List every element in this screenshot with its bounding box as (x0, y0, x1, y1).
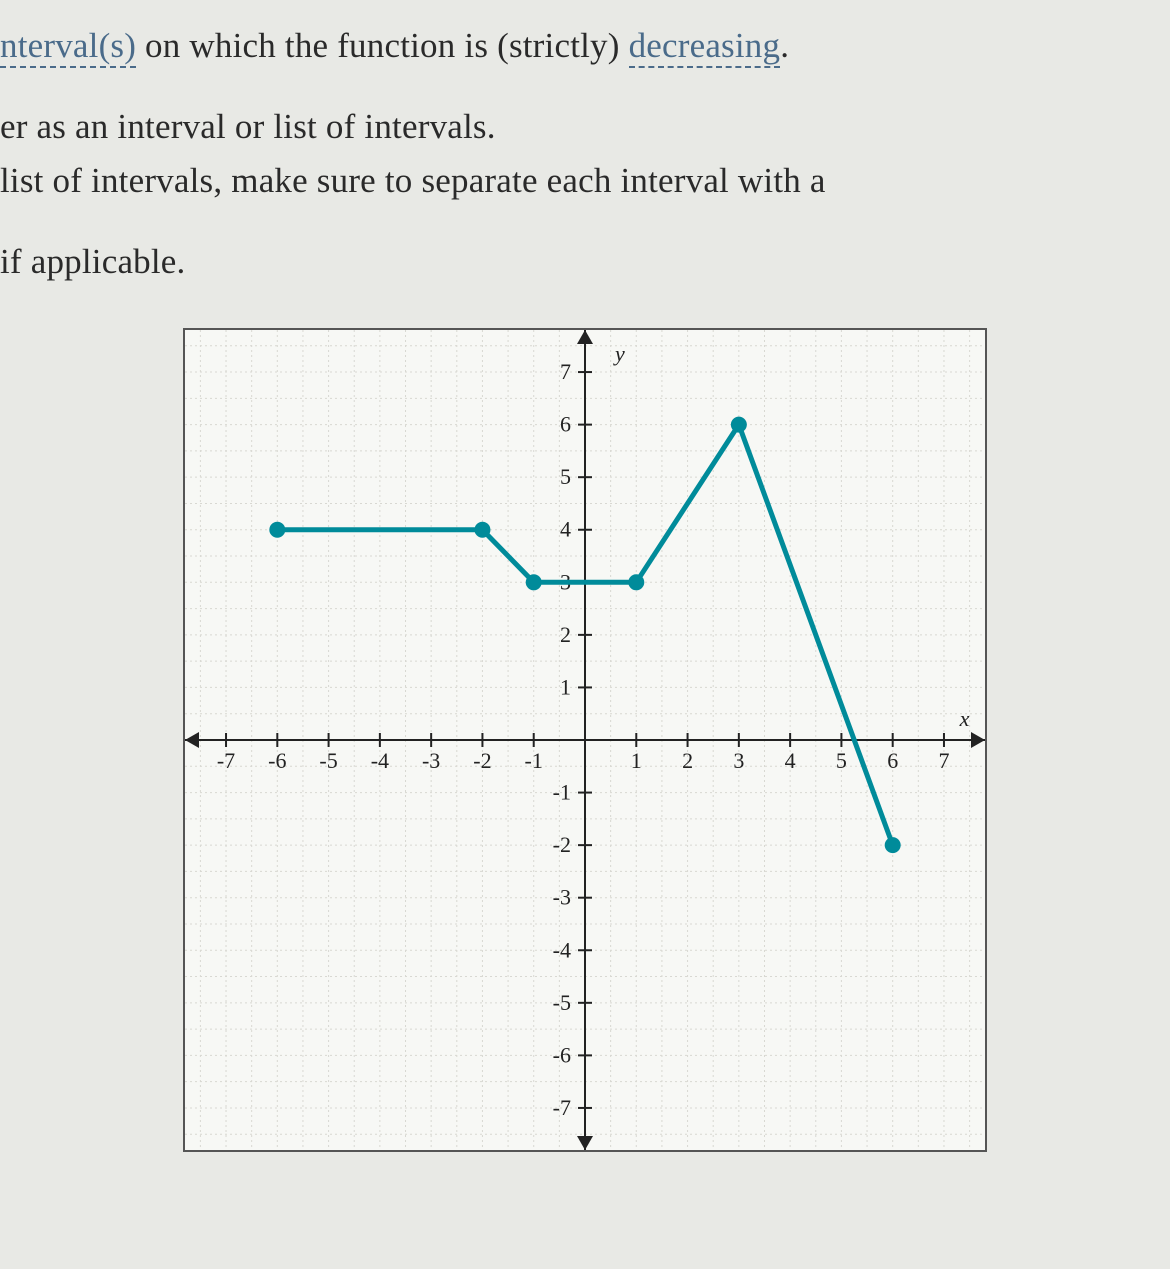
line1-post: . (780, 26, 789, 65)
line1-mid: on which the function is (strictly) (136, 26, 628, 65)
svg-text:2: 2 (682, 748, 693, 773)
question-text: nterval(s) on which the function is (str… (0, 20, 1170, 288)
svg-text:4: 4 (785, 748, 796, 773)
svg-text:-2: -2 (473, 748, 491, 773)
svg-text:1: 1 (560, 674, 571, 699)
svg-text:-4: -4 (553, 937, 571, 962)
instruction-line-3: list of intervals, make sure to separate… (0, 155, 1170, 208)
svg-text:3: 3 (733, 748, 744, 773)
link-interval[interactable]: nterval(s) (0, 26, 136, 68)
svg-text:-6: -6 (268, 748, 286, 773)
svg-text:-2: -2 (553, 832, 571, 857)
svg-text:-5: -5 (319, 748, 337, 773)
svg-text:-7: -7 (217, 748, 235, 773)
svg-text:5: 5 (560, 464, 571, 489)
svg-text:-6: -6 (553, 1042, 571, 1067)
svg-text:4: 4 (560, 517, 571, 542)
svg-text:2: 2 (560, 622, 571, 647)
function-graph: -7-6-5-4-3-2-11234567-7-6-5-4-3-2-112345… (183, 328, 987, 1152)
link-decreasing[interactable]: decreasing (629, 26, 781, 68)
svg-text:6: 6 (887, 748, 898, 773)
svg-text:5: 5 (836, 748, 847, 773)
svg-text:-1: -1 (553, 780, 571, 805)
svg-text:-3: -3 (553, 885, 571, 910)
svg-text:-4: -4 (371, 748, 389, 773)
instruction-line-4: if applicable. (0, 236, 1170, 289)
svg-text:y: y (613, 341, 625, 366)
svg-text:-7: -7 (553, 1095, 571, 1120)
svg-text:6: 6 (560, 412, 571, 437)
svg-text:1: 1 (631, 748, 642, 773)
svg-text:7: 7 (938, 748, 949, 773)
svg-text:-5: -5 (553, 990, 571, 1015)
svg-text:-1: -1 (525, 748, 543, 773)
instruction-line-2: er as an interval or list of intervals. (0, 101, 1170, 154)
svg-text:7: 7 (560, 359, 571, 384)
svg-text:x: x (959, 706, 970, 731)
svg-text:-3: -3 (422, 748, 440, 773)
